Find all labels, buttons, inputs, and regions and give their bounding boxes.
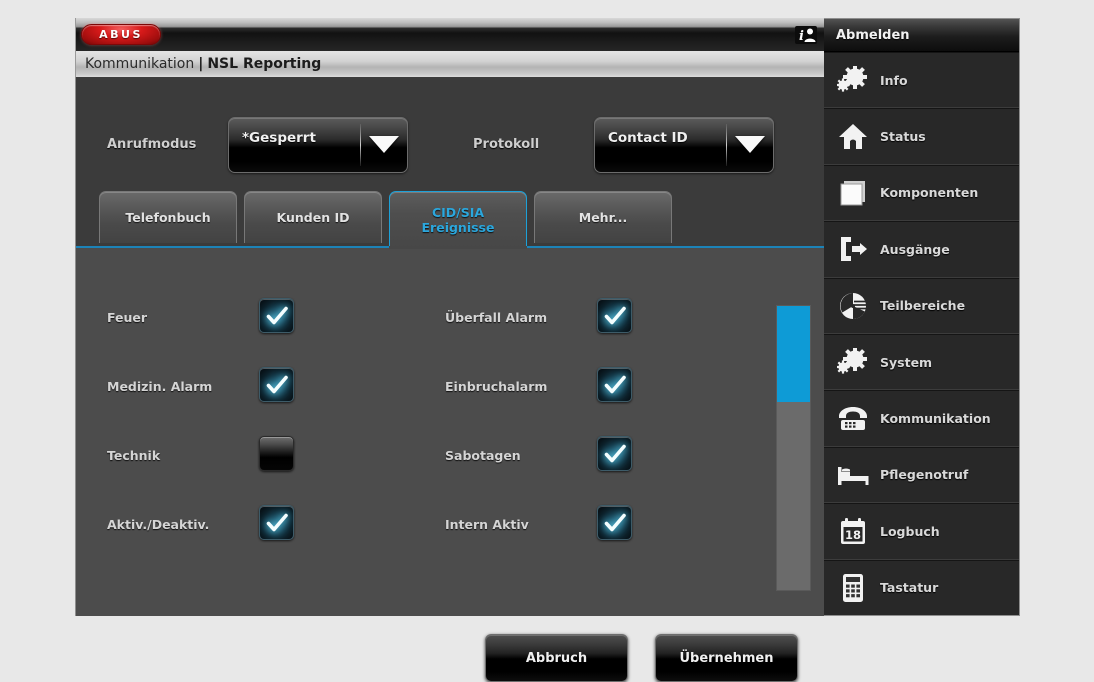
checkbox-label-ueberfall-alarm: Überfall Alarm: [445, 310, 548, 325]
title-bar: ABUS i: [75, 18, 824, 51]
sidebar-item-teilbereiche[interactable]: Teilbereiche: [824, 277, 1019, 334]
gears-icon: [836, 345, 870, 379]
tab-cid-sia-ereignisse[interactable]: CID/SIA Ereignisse: [389, 191, 527, 248]
chevron-down-icon[interactable]: [361, 118, 407, 174]
tab-strip: Telefonbuch Kunden ID CID/SIA Ereignisse…: [99, 191, 805, 248]
main-panel: Anrufmodus *Gesperrt Protokoll Contact I…: [75, 77, 825, 682]
sidebar-item-label: Pflegenotruf: [880, 467, 969, 483]
tab-mehr[interactable]: Mehr...: [534, 191, 672, 243]
tab-telefonbuch[interactable]: Telefonbuch: [99, 191, 237, 243]
checkbox-row: Medizin. Alarm: [107, 367, 337, 413]
checkbox-ueberfall-alarm[interactable]: [597, 298, 632, 333]
breadcrumb-parent[interactable]: Kommunikation: [85, 56, 194, 72]
checkbox-row: Einbruchalarm: [445, 367, 675, 413]
tab-label: Kunden ID: [276, 210, 350, 225]
sidebar-item-info[interactable]: Info: [824, 52, 1019, 109]
tab-content-cid-sia: Feuer Medizin. Alarm Technik Aktiv./Deak…: [76, 248, 825, 682]
checkbox-label-feuer: Feuer: [107, 310, 148, 325]
gears-icon: [836, 63, 870, 97]
sidebar-item-ausgaenge[interactable]: Ausgänge: [824, 221, 1019, 278]
sidebar-item-system[interactable]: System: [824, 333, 1019, 391]
checkbox-label-aktiv-deaktiv: Aktiv./Deaktiv.: [107, 517, 210, 532]
sidebar-item-label: Komponenten: [880, 185, 979, 201]
sidebar-item-label: Tastatur: [880, 580, 939, 596]
tab-label: Telefonbuch: [125, 210, 211, 225]
sidebar-item-label: Kommunikation: [880, 411, 991, 427]
checkbox-label-technik: Technik: [107, 448, 161, 463]
logout-button[interactable]: Abmelden: [824, 19, 1019, 52]
tab-kunden-id[interactable]: Kunden ID: [244, 191, 382, 243]
scrollbar-thumb[interactable]: [777, 306, 810, 402]
logout-label: Abmelden: [836, 27, 910, 43]
sidebar-item-status[interactable]: Status: [824, 108, 1019, 165]
checkbox-label-medizin-alarm: Medizin. Alarm: [107, 379, 213, 394]
chevron-down-icon[interactable]: [727, 118, 773, 174]
checkbox-intern-aktiv[interactable]: [597, 505, 632, 540]
checkbox-row: Aktiv./Deaktiv.: [107, 505, 337, 551]
checkbox-row: Feuer: [107, 298, 337, 344]
tab-label: Mehr...: [578, 210, 628, 225]
breadcrumb-separator: |: [198, 56, 204, 72]
checkbox-row: Intern Aktiv: [445, 505, 675, 551]
house-icon: [836, 120, 870, 154]
protokoll-label: Protokoll: [473, 137, 540, 152]
anrufmodus-label: Anrufmodus: [107, 137, 197, 152]
sidebar-item-kommunikation[interactable]: Kommunikation: [824, 390, 1019, 447]
sidebar-item-label: System: [880, 354, 933, 370]
content-scrollbar[interactable]: [776, 305, 811, 591]
exit-arrow-icon: [836, 232, 870, 266]
checkbox-row: Überfall Alarm: [445, 298, 675, 344]
checkbox-label-sabotagen: Sabotagen: [445, 448, 521, 463]
checkbox-label-einbruchalarm: Einbruchalarm: [445, 379, 548, 394]
bed-icon: [836, 458, 870, 492]
svg-text:i: i: [799, 29, 804, 44]
checkbox-feuer[interactable]: [259, 298, 294, 333]
cancel-button-label: Abbruch: [525, 650, 588, 666]
sidebar-item-tastatur[interactable]: Tastatur: [824, 559, 1019, 615]
checkbox-einbruchalarm[interactable]: [597, 367, 632, 402]
sidebar-item-pflegenotruf[interactable]: Pflegenotruf: [824, 446, 1019, 504]
checkbox-label-intern-aktiv: Intern Aktiv: [445, 517, 529, 532]
checkbox-aktiv-deaktiv[interactable]: [259, 505, 294, 540]
application-window: ABUS i Kommunikation | NSL Reporting Anr…: [75, 18, 1020, 682]
anrufmodus-dropdown[interactable]: *Gesperrt: [228, 117, 408, 173]
cube-icon: [836, 176, 870, 210]
sidebar-item-label: Teilbereiche: [880, 298, 966, 314]
checkbox-medizin-alarm[interactable]: [259, 367, 294, 402]
tab-active-notch: [389, 246, 527, 249]
checkbox-technik[interactable]: [259, 436, 294, 471]
breadcrumb: Kommunikation | NSL Reporting: [75, 51, 824, 77]
pie-chart-icon: [836, 289, 870, 323]
apply-button[interactable]: Übernehmen: [655, 634, 798, 682]
abus-logo: ABUS: [81, 24, 161, 45]
sidebar: Abmelden Info Status Komponenten Ausgäng…: [824, 18, 1020, 616]
sidebar-item-label: Logbuch: [880, 523, 940, 539]
tab-label: CID/SIA Ereignisse: [421, 205, 495, 235]
checkbox-row: Sabotagen: [445, 436, 675, 482]
settings-row: Anrufmodus *Gesperrt Protokoll Contact I…: [76, 110, 824, 180]
checkbox-sabotagen[interactable]: [597, 436, 632, 471]
apply-button-label: Übernehmen: [679, 650, 774, 666]
sidebar-item-label: Info: [880, 72, 908, 88]
protokoll-value: Contact ID: [608, 130, 688, 146]
calendar-icon: 18: [836, 514, 870, 548]
sidebar-item-komponenten[interactable]: Komponenten: [824, 164, 1019, 222]
cancel-button[interactable]: Abbruch: [485, 634, 628, 682]
breadcrumb-current: NSL Reporting: [207, 56, 322, 72]
info-user-icon[interactable]: i: [794, 24, 818, 45]
sidebar-item-label: Ausgänge: [880, 241, 950, 257]
telephone-icon: [836, 402, 870, 436]
checkbox-row: Technik: [107, 436, 337, 482]
anrufmodus-value: *Gesperrt: [242, 130, 316, 146]
sidebar-item-label: Status: [880, 129, 926, 145]
protokoll-dropdown[interactable]: Contact ID: [594, 117, 774, 173]
abus-logo-text: ABUS: [99, 28, 143, 41]
calendar-badge: 18: [845, 528, 861, 542]
keypad-icon: [836, 571, 870, 605]
sidebar-item-logbuch[interactable]: 18 Logbuch: [824, 503, 1019, 560]
